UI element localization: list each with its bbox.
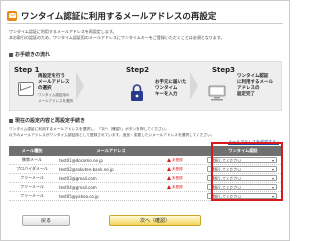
steps-section-title: お手続きの流れ <box>9 51 50 58</box>
mail-icon <box>7 10 17 21</box>
step-arrow <box>76 72 84 100</box>
status-badge: 未登録 <box>172 184 183 189</box>
step-2: Step2 <box>126 66 149 74</box>
mail-type: フリーメール <box>20 184 44 189</box>
mail-address: test02@rakuten-bank.ne.jp <box>59 166 114 172</box>
steps-panel: Step 1 再設定を行う メールアドレス の選択 ワンタイム認証用の メールア… <box>9 61 282 111</box>
mail-type: プロバイダメール <box>16 166 48 171</box>
mail-type: フリーメール <box>20 193 44 198</box>
highlight-box <box>211 142 283 201</box>
mail-type: 携帯メール <box>22 157 42 162</box>
warning-icon <box>167 158 171 162</box>
mail-address: test01@docomo.ne.jp <box>59 157 103 163</box>
page-title: ワンタイム認証に利用するメールアドレスの再設定 <box>21 11 217 22</box>
section-bullet-icon <box>9 118 13 123</box>
status-cell: 未登録 <box>167 185 203 190</box>
current-section-title: 現在の設定内容と再設定手続き <box>9 117 85 124</box>
step-1: Step 1 <box>14 66 39 74</box>
page: ワンタイム認証に利用するメールアドレスの再設定 ワンタイム認証に利用するメールア… <box>0 0 290 241</box>
step-1-desc: 再設定を行う メールアドレス の選択 ワンタイム認証用の メールアドレスを選択 <box>38 74 73 103</box>
mail-address: test03@gmail.com <box>59 175 97 181</box>
back-button[interactable]: 戻る <box>22 215 70 226</box>
step-1-number: Step 1 <box>14 66 40 74</box>
status-cell: 未登録 <box>167 158 203 163</box>
step-3-number: Step3 <box>212 66 236 74</box>
warning-icon <box>167 176 171 180</box>
status-cell: 未登録 <box>167 176 203 181</box>
status-badge: 未登録 <box>172 157 183 162</box>
intro-text: ワンタイム認証に利用するメールアドレスを再設定します。 本お取引の認証のため、ワ… <box>9 29 281 41</box>
mail-type: フリーメール <box>20 175 44 180</box>
next-confirm-button[interactable]: 次へ（確認） <box>109 215 201 226</box>
current-section-notes: ワンタイム認証に利用するメールアドレスを選択し、「次へ（確認）」ボタンを押してく… <box>9 127 215 137</box>
status-badge: 未登録 <box>172 175 183 180</box>
step-arrow <box>190 72 198 100</box>
page-header: ワンタイム認証に利用するメールアドレスの再設定 <box>7 8 283 24</box>
mail-address: test05@yahoo.co.jp <box>59 193 99 199</box>
step-2-number: Step2 <box>126 66 150 74</box>
intro-line-2: 本お取引の認証のため、ワンタイム認証用のメールアドレスにワンタイムキーをご登録い… <box>9 35 225 40</box>
step-3-desc: ワンタイム認証 に利用するメール アドレスの 設定完了 <box>237 74 273 97</box>
step-3: Step3 <box>212 66 235 74</box>
section-bullet-icon <box>9 52 13 57</box>
status-cell: 未登録 <box>167 167 203 172</box>
step-2-desc: お手元に届いた ワンタイム キーを入力 <box>155 80 187 97</box>
mail-address: test04@gmail.com <box>59 184 97 190</box>
computer-icon <box>208 85 226 101</box>
warning-icon <box>167 185 171 189</box>
mail-icon <box>18 82 34 96</box>
lock-icon <box>131 84 143 101</box>
status-badge: 未登録 <box>172 166 183 171</box>
warning-icon <box>167 167 171 171</box>
